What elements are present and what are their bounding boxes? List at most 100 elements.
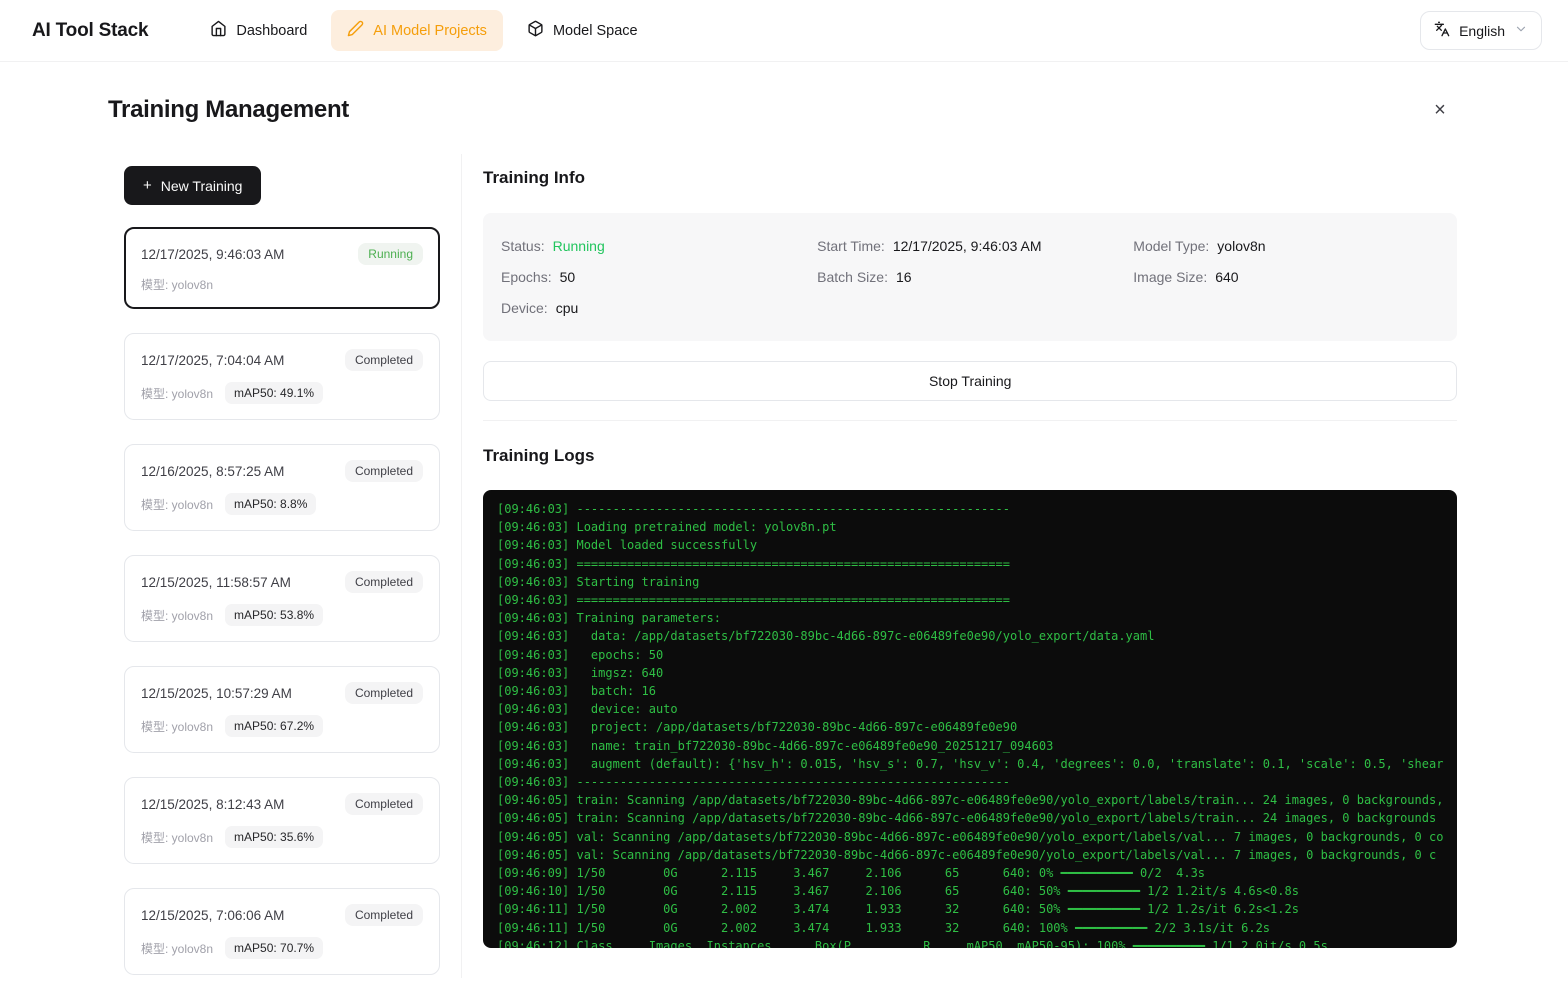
stop-training-button[interactable]: Stop Training [483, 361, 1457, 401]
log-line: [09:46:03] Starting training [497, 573, 1443, 591]
training-list: 12/17/2025, 9:46:03 AM Running 模型: yolov… [124, 227, 440, 975]
log-line: [09:46:03] batch: 16 [497, 682, 1443, 700]
training-detail-panel: Training Info Status: Running Start Time:1… [461, 154, 1457, 978]
language-label: English [1459, 23, 1505, 39]
plus-icon: + [143, 177, 152, 194]
map50-badge: mAP50: 8.8% [225, 493, 316, 515]
training-info-grid: Status: Running Start Time:12/17/2025, 9:4… [501, 238, 1439, 316]
nav-item-ai-model-projects[interactable]: AI Model Projects [331, 10, 503, 51]
info-field-label: Epochs: [501, 269, 552, 285]
chevron-down-icon [1514, 22, 1528, 39]
training-info-title: Training Info [483, 168, 1457, 188]
package-icon [527, 20, 544, 41]
log-line: [09:46:03] =============================… [497, 555, 1443, 573]
info-field: Start Time:12/17/2025, 9:46:03 AM [817, 238, 1123, 254]
training-card[interactable]: 12/15/2025, 10:57:29 AM Completed 模型: yo… [124, 666, 440, 753]
info-field-label: Status: [501, 238, 545, 254]
training-card[interactable]: 12/15/2025, 7:06:06 AM Completed 模型: yol… [124, 888, 440, 975]
info-field-value: 12/17/2025, 9:46:03 AM [893, 238, 1042, 254]
training-logs-terminal[interactable]: [09:46:03] -----------------------------… [483, 490, 1457, 948]
log-line: [09:46:05] train: Scanning /app/datasets… [497, 809, 1443, 827]
new-training-label: New Training [161, 178, 243, 194]
status-badge: Completed [345, 460, 423, 482]
training-logs-title: Training Logs [483, 446, 1457, 466]
info-field: Model Type: yolov8n [1133, 238, 1439, 254]
training-date: 12/17/2025, 7:04:04 AM [141, 353, 284, 368]
info-field-value: 50 [560, 269, 576, 285]
training-model-label: 模型: yolov8n [141, 829, 213, 846]
training-card[interactable]: 12/15/2025, 8:12:43 AM Completed 模型: yol… [124, 777, 440, 864]
info-field-label: Model Type: [1133, 238, 1209, 254]
nav-item-label: Model Space [553, 23, 638, 39]
map50-badge: mAP50: 70.7% [225, 937, 323, 959]
info-field-label: Batch Size: [817, 269, 888, 285]
info-field-value: yolov8n [1217, 238, 1265, 254]
training-model-label: 模型: yolov8n [141, 940, 213, 957]
log-line: [09:46:03] Training parameters: [497, 609, 1443, 627]
log-line: [09:46:05] train: Scanning /app/datasets… [497, 791, 1443, 809]
status-badge: Completed [345, 793, 423, 815]
log-line: [09:46:03] =============================… [497, 591, 1443, 609]
home-icon [210, 20, 227, 41]
log-line: [09:46:03] project: /app/datasets/bf7220… [497, 718, 1443, 736]
info-field-label: Image Size: [1133, 269, 1207, 285]
training-sidebar: + New Training 12/17/2025, 9:46:03 AM Ru… [124, 154, 440, 999]
new-training-button[interactable]: + New Training [124, 166, 261, 205]
content-area: + New Training 12/17/2025, 9:46:03 AM Ru… [0, 154, 1568, 999]
info-field: Epochs: 50 [501, 269, 807, 285]
status-badge: Running [358, 243, 423, 265]
page-title: Training Management [108, 96, 349, 124]
nav-item-model-space[interactable]: Model Space [511, 10, 654, 51]
training-date: 12/15/2025, 10:57:29 AM [141, 686, 292, 701]
translate-icon [1434, 21, 1450, 40]
nav-item-dashboard[interactable]: Dashboard [194, 10, 323, 51]
info-field: Device:cpu [501, 300, 807, 316]
log-line: [09:46:11] 1/50 0G 2.002 3.474 1.933 32 … [497, 919, 1443, 937]
training-model-label: 模型: yolov8n [141, 607, 213, 624]
top-navbar: AI Tool Stack Dashboard AI Model Project… [0, 0, 1568, 62]
section-divider [483, 420, 1457, 421]
log-line: [09:46:03] Model loaded successfully [497, 536, 1443, 554]
log-line: [09:46:03] -----------------------------… [497, 773, 1443, 791]
main-nav: Dashboard AI Model Projects Model Space [194, 10, 653, 51]
log-line: [09:46:03] Loading pretrained model: yol… [497, 518, 1443, 536]
info-field: Image Size:640 [1133, 269, 1439, 285]
training-date: 12/17/2025, 9:46:03 AM [141, 247, 284, 262]
page-header: Training Management × [0, 62, 1568, 154]
nav-item-label: AI Model Projects [373, 23, 487, 39]
training-date: 12/16/2025, 8:57:25 AM [141, 464, 284, 479]
pencil-icon [347, 20, 364, 41]
training-model-label: 模型: yolov8n [141, 385, 213, 402]
training-card[interactable]: 12/16/2025, 8:57:25 AM Completed 模型: yol… [124, 444, 440, 531]
training-date: 12/15/2025, 11:58:57 AM [141, 575, 291, 590]
info-field-value: 16 [896, 269, 912, 285]
map50-badge: mAP50: 49.1% [225, 382, 323, 404]
training-card[interactable]: 12/17/2025, 9:46:03 AM Running 模型: yolov… [124, 227, 440, 309]
log-line: [09:46:03] device: auto [497, 700, 1443, 718]
training-card[interactable]: 12/15/2025, 11:58:57 AM Completed 模型: yo… [124, 555, 440, 642]
status-badge: Completed [345, 904, 423, 926]
status-badge: Completed [345, 349, 423, 371]
training-model-label: 模型: yolov8n [141, 496, 213, 513]
log-line: [09:46:05] val: Scanning /app/datasets/b… [497, 828, 1443, 846]
training-date: 12/15/2025, 8:12:43 AM [141, 797, 284, 812]
info-field: Status: Running [501, 238, 807, 254]
status-badge: Completed [345, 571, 423, 593]
log-line: [09:46:03] -----------------------------… [497, 500, 1443, 518]
log-line: [09:46:11] 1/50 0G 2.002 3.474 1.933 32 … [497, 900, 1443, 918]
training-model-label: 模型: yolov8n [141, 276, 213, 293]
log-line: [09:46:05] val: Scanning /app/datasets/b… [497, 846, 1443, 864]
training-date: 12/15/2025, 7:06:06 AM [141, 908, 284, 923]
status-badge: Completed [345, 682, 423, 704]
info-field: Batch Size: 16 [817, 269, 1123, 285]
info-field-value: Running [553, 238, 605, 254]
log-line: [09:46:03] epochs: 50 [497, 646, 1443, 664]
training-info-box: Status: Running Start Time:12/17/2025, 9:4… [483, 213, 1457, 341]
training-card[interactable]: 12/17/2025, 7:04:04 AM Completed 模型: yol… [124, 333, 440, 420]
app-logo: AI Tool Stack [32, 20, 148, 42]
training-model-label: 模型: yolov8n [141, 718, 213, 735]
language-selector[interactable]: English [1420, 11, 1542, 50]
close-button[interactable]: × [1422, 92, 1458, 128]
info-field-value: cpu [556, 300, 579, 316]
map50-badge: mAP50: 35.6% [225, 826, 323, 848]
